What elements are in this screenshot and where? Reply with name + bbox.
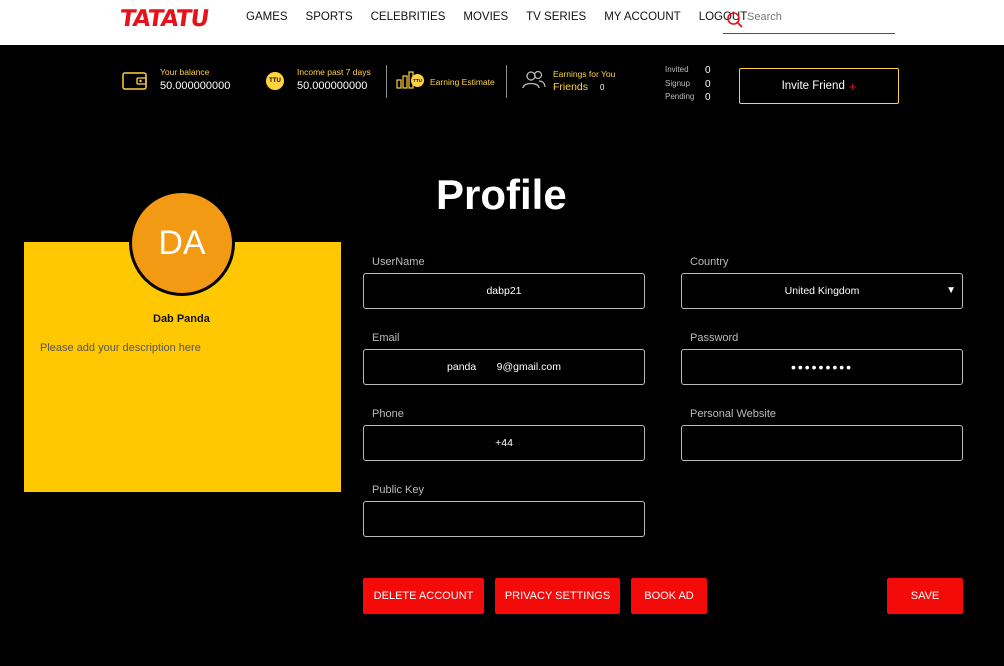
friends-label: Earnings for You <box>553 69 616 79</box>
invite-friend-button[interactable]: Invite Friend + <box>739 68 899 104</box>
username-label: UserName <box>372 256 425 268</box>
password-label: Password <box>690 332 739 344</box>
balance-value: 50.000000000 <box>160 80 231 92</box>
book-ad-button[interactable]: BOOK AD <box>631 578 707 614</box>
divider <box>506 65 507 98</box>
phone-field[interactable]: +44 <box>363 425 645 461</box>
main-nav: GAMES SPORTS CELEBRITIES MOVIES TV SERIE… <box>246 11 765 23</box>
delete-account-button[interactable]: DELETE ACCOUNT <box>363 578 484 614</box>
signup-value: 0 <box>705 78 711 90</box>
earning-estimate-label[interactable]: Earning Estimate <box>430 77 495 87</box>
top-nav: TATATU GAMES SPORTS CELEBRITIES MOVIES T… <box>0 0 1004 45</box>
stats-bar: Your balance 50.000000000 TTU Income pas… <box>0 45 1004 125</box>
avatar[interactable]: DA <box>129 190 235 296</box>
country-select[interactable]: United Kingdom ▼ <box>681 273 963 309</box>
nav-movies[interactable]: MOVIES <box>463 11 508 23</box>
balance-stat: Your balance 50.000000000 <box>160 67 230 92</box>
nav-tv-series[interactable]: TV SERIES <box>526 11 586 23</box>
tatatu-logo[interactable]: TATATU <box>118 6 210 32</box>
invite-counts: Invited 0 Signup 0 Pending 0 <box>665 65 711 106</box>
profile-name: Dab Panda <box>153 313 210 325</box>
pending-label: Pending <box>665 92 695 101</box>
search-bar <box>723 8 895 34</box>
invite-friend-label: Invite Friend <box>781 80 845 92</box>
public-key-label: Public Key <box>372 484 424 496</box>
password-field[interactable]: ••••••••• <box>681 349 963 385</box>
website-label: Personal Website <box>690 408 777 420</box>
website-field[interactable] <box>681 425 963 461</box>
signup-label: Signup <box>665 78 690 88</box>
country-value: United Kingdom <box>784 285 860 297</box>
public-key-field[interactable] <box>363 501 645 537</box>
balance-label: Your balance <box>160 67 210 77</box>
privacy-settings-button[interactable]: PRIVACY SETTINGS <box>495 578 620 614</box>
pending-value: 0 <box>705 92 711 103</box>
plus-icon: + <box>848 78 857 94</box>
username-field[interactable]: dabp21 <box>363 273 645 309</box>
invited-label: Invited <box>665 65 689 74</box>
page-title: Profile <box>436 171 567 218</box>
caret-down-icon: ▼ <box>946 285 956 296</box>
ttu-coin-icon: TTU <box>266 72 284 90</box>
estimate-coin-icon: TTU <box>411 74 424 87</box>
friends-icon <box>522 70 546 89</box>
email-field[interactable]: panda 9@gmail.com <box>363 349 645 385</box>
income-stat: Income past 7 days 50.000000000 <box>297 67 371 92</box>
divider <box>386 65 387 98</box>
nav-my-account[interactable]: MY ACCOUNT <box>604 11 680 23</box>
invited-value: 0 <box>705 65 711 76</box>
email-label: Email <box>372 332 400 344</box>
save-button[interactable]: SAVE <box>887 578 963 614</box>
income-label: Income past 7 days <box>297 67 371 77</box>
friends-sublabel: Friends <box>553 81 589 93</box>
nav-sports[interactable]: SPORTS <box>306 11 353 23</box>
wallet-icon <box>122 72 147 90</box>
search-input[interactable] <box>747 11 887 23</box>
income-value: 50.000000000 <box>297 80 368 92</box>
friends-stat: Earnings for You Friends 0 <box>553 69 615 93</box>
friends-value: 0 <box>600 82 605 92</box>
profile-description[interactable]: Please add your description here <box>40 342 201 354</box>
search-icon[interactable] <box>726 11 744 29</box>
nav-games[interactable]: GAMES <box>246 11 288 23</box>
phone-label: Phone <box>372 408 404 420</box>
nav-celebrities[interactable]: CELEBRITIES <box>371 11 446 23</box>
country-label: Country <box>690 256 729 268</box>
